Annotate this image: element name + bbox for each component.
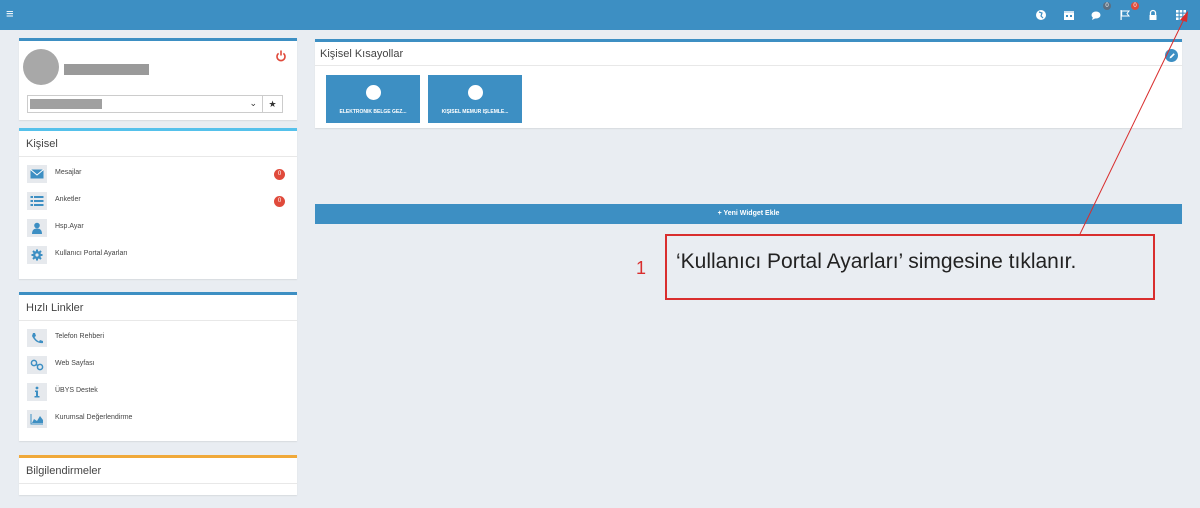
sidebar-item-label: Telefon Rehberi <box>55 333 105 340</box>
survey-count-badge: 0 <box>274 196 285 207</box>
star-icon[interactable]: ★ <box>262 96 282 112</box>
link-icon <box>27 356 47 374</box>
sidebar-item-label: Kurumsal Değerlendirme <box>55 414 133 421</box>
hizli-linkler-list: Telefon Rehberi Web Sayfası ÜBYS Destek … <box>19 321 297 432</box>
flag-icon[interactable]: 0 <box>1118 2 1139 22</box>
flag-badge: 0 <box>1131 2 1139 10</box>
info-icon <box>27 383 47 401</box>
gear-icon <box>27 246 47 264</box>
shortcut-tile-label: ELEKTRONİK BELGE GEZ... <box>339 109 407 115</box>
user-name-redacted <box>64 64 149 75</box>
chevron-down-icon: ⌄ <box>249 98 257 108</box>
sidebar-item-web-sayfasi[interactable]: Web Sayfası <box>19 351 297 378</box>
shortcut-tile-elektronik-belge[interactable]: ELEKTRONİK BELGE GEZ... <box>326 75 420 123</box>
annotation-callout-text: ‘Kullanıcı Portal Ayarları’ simgesine tı… <box>676 250 1077 273</box>
annotation-step-number: 1 <box>636 258 647 278</box>
shortcut-tile-label: KİŞİSEL MEMUR İŞLEMLE... <box>441 109 509 115</box>
chat-badge: 0 <box>1103 2 1111 10</box>
kisisel-kisayollar-panel: Kişisel Kısayollar ELEKTRONİK BELGE GEZ.… <box>315 39 1182 128</box>
globe-icon[interactable] <box>1034 8 1048 22</box>
avatar <box>23 49 59 85</box>
sidebar-item-label: Mesajlar <box>55 169 82 176</box>
shortcut-tile-kisisel-memur[interactable]: KİŞİSEL MEMUR İŞLEMLE... <box>428 75 522 123</box>
sidebar-item-kullanici-portal-ayarlari[interactable]: Kullanıcı Portal Ayarları <box>19 241 297 268</box>
profile-card: ⌄ ★ <box>19 38 297 120</box>
sidebar-item-label: Web Sayfası <box>55 360 95 367</box>
bilgilendirmeler-panel: Bilgilendirmeler <box>19 455 297 495</box>
kisisel-kisayollar-title: Kişisel Kısayollar <box>315 42 1182 66</box>
sidebar-item-label: ÜBYS Destek <box>55 387 98 394</box>
phone-icon <box>27 329 47 347</box>
sidebar-item-label: Kullanıcı Portal Ayarları <box>55 250 128 257</box>
list-icon <box>27 192 47 210</box>
shortcut-circle-icon <box>468 85 483 100</box>
grid-icon[interactable] <box>1174 8 1188 22</box>
role-value-redacted <box>30 99 102 109</box>
sidebar-item-mesajlar[interactable]: Mesajlar 0 <box>19 160 297 187</box>
sidebar-item-hsp-ayar[interactable]: Hsp.Ayar <box>19 214 297 241</box>
lock-icon[interactable] <box>1146 8 1160 22</box>
hamburger-icon[interactable]: ≡ <box>6 7 20 21</box>
message-count-badge: 0 <box>274 169 285 180</box>
bilgilendirmeler-title: Bilgilendirmeler <box>19 458 297 484</box>
topbar-icons: 0 0 <box>1034 0 1188 30</box>
shortcut-circle-icon <box>366 85 381 100</box>
area-chart-icon <box>27 410 47 428</box>
sidebar-item-ubys-destek[interactable]: ÜBYS Destek <box>19 378 297 405</box>
role-select[interactable]: ⌄ ★ <box>27 95 283 113</box>
kisisel-title: Kişisel <box>19 131 297 157</box>
sidebar-item-label: Hsp.Ayar <box>55 223 84 230</box>
power-icon[interactable] <box>275 49 287 62</box>
pencil-icon[interactable] <box>1165 49 1178 62</box>
envelope-icon <box>27 165 47 183</box>
sidebar-item-anketler[interactable]: Anketler 0 <box>19 187 297 214</box>
sidebar-item-label: Anketler <box>55 196 81 203</box>
kisisel-panel: Kişisel Mesajlar 0 Anketler 0 Hsp.Ayar K… <box>19 128 297 279</box>
sidebar-item-telefon-rehberi[interactable]: Telefon Rehberi <box>19 324 297 351</box>
chat-icon[interactable]: 0 <box>1090 2 1111 22</box>
hizli-linkler-panel: Hızlı Linkler Telefon Rehberi Web Sayfas… <box>19 292 297 441</box>
add-widget-button[interactable]: + Yeni Widget Ekle <box>315 204 1182 224</box>
calendar-icon[interactable] <box>1062 8 1076 22</box>
user-icon <box>27 219 47 237</box>
hizli-linkler-title: Hızlı Linkler <box>19 295 297 321</box>
sidebar-item-kurumsal-degerlendirme[interactable]: Kurumsal Değerlendirme <box>19 405 297 432</box>
top-navbar: ≡ 0 0 <box>0 0 1200 30</box>
kisisel-list: Mesajlar 0 Anketler 0 Hsp.Ayar Kullanıcı… <box>19 157 297 268</box>
